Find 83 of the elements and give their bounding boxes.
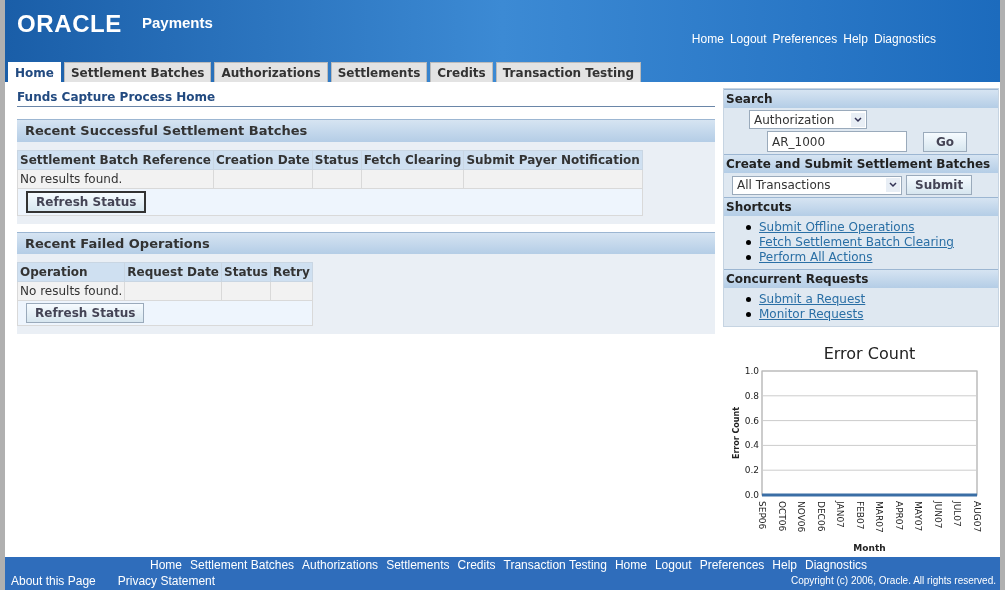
tab[interactable]: Transaction Testing (495, 62, 642, 82)
shortcut-link[interactable]: Perform All Actions (759, 250, 873, 265)
axis-title: Error Count (732, 406, 741, 460)
shortcut-link[interactable]: Monitor Requests (759, 307, 864, 322)
bullet-icon (746, 225, 751, 230)
refresh-status-button[interactable]: Refresh Status (26, 303, 145, 323)
transactions-select[interactable]: All Transactions (732, 175, 902, 195)
empty-message: No results found. (20, 171, 123, 186)
footer-link[interactable]: Logout (654, 557, 692, 573)
axis-tick-label: OCT06 (776, 501, 787, 532)
global-link[interactable]: Preferences (772, 30, 838, 48)
column-header: Request Date (124, 262, 222, 282)
axis-tick-label: 1.0 (744, 366, 759, 376)
global-link[interactable]: Home (691, 30, 724, 48)
axis-tick-label: JAN07 (835, 501, 846, 528)
shortcut-link[interactable]: Fetch Settlement Batch Clearing (759, 235, 954, 250)
axis-tick-label: 0.0 (744, 490, 759, 500)
search-type-select[interactable]: Authorization (749, 110, 867, 129)
column-header: Settlement Batch Reference (17, 150, 214, 169)
column-header: Submit Payer Notification (463, 150, 643, 169)
axis-tick-label: JUN07 (932, 501, 943, 529)
bullet-icon (746, 297, 751, 302)
axis-tick-label: FEB07 (854, 501, 865, 530)
shortcut-link[interactable]: Submit Offline Operations (759, 220, 915, 235)
column-header: Creation Date (213, 150, 313, 169)
axis-tick-label: APR07 (893, 501, 904, 531)
chart-title: Error Count (823, 344, 916, 363)
axis-tick-label: JUL07 (952, 501, 963, 527)
footer-link[interactable]: Home (614, 557, 647, 573)
column-header: Fetch Clearing (361, 150, 464, 169)
axis-tick-label: 0.6 (744, 415, 759, 426)
submit-button[interactable]: Submit (906, 175, 973, 195)
footer-link[interactable]: About this Page (11, 573, 96, 589)
axis-tick-label: DEC06 (815, 501, 826, 532)
footer-link[interactable]: Help (772, 557, 797, 573)
shortcut-link[interactable]: Submit a Request (759, 292, 866, 307)
page-title: Funds Capture Process Home (17, 88, 715, 107)
footer-link[interactable]: Authorizations (302, 557, 379, 573)
axis-tick-label: 0.4 (744, 440, 759, 451)
column-header: Operation (17, 262, 125, 282)
panel-header: Search (724, 89, 998, 108)
footer-link[interactable]: Preferences (699, 557, 765, 573)
column-header: Status (312, 150, 362, 169)
axis-tick-label: SEP06 (757, 501, 767, 530)
axis-title: Month (853, 543, 886, 553)
axis-tick-label: NOV06 (796, 501, 807, 533)
axis-tick-label: 0.8 (744, 390, 759, 401)
tab[interactable]: Credits (430, 62, 493, 82)
bullet-icon (746, 255, 751, 260)
logo: ORACLE (17, 12, 122, 36)
global-link[interactable]: Diagnostics (873, 30, 936, 48)
axis-tick-label: MAR07 (874, 501, 885, 533)
global-link[interactable]: Logout (729, 30, 767, 48)
footer-link[interactable]: Settlements (386, 557, 450, 573)
bullet-icon (746, 240, 751, 245)
footer-link[interactable]: Diagnostics (805, 557, 868, 573)
panel-header: Shortcuts (724, 197, 998, 216)
global-link[interactable]: Help (843, 30, 868, 48)
tab[interactable]: Authorizations (214, 62, 328, 82)
copyright: Copyright (c) 2006, Oracle. All rights reserved. (790, 574, 996, 588)
tab[interactable]: Settlement Batches (63, 62, 212, 82)
section-header: Recent Failed Operations (17, 231, 715, 254)
column-header: Status (221, 262, 271, 282)
empty-message: No results found. (20, 284, 123, 298)
axis-tick-label: MAY07 (913, 501, 924, 532)
column-header: Retry (270, 262, 313, 282)
footer-link[interactable]: Transaction Testing (503, 557, 607, 573)
footer-link[interactable]: Privacy Statement (117, 573, 216, 589)
axis-tick-label: AUG07 (972, 501, 982, 533)
section-header: Recent Successful Settlement Batches (17, 119, 715, 142)
refresh-status-button[interactable]: Refresh Status (26, 190, 147, 213)
axis-tick-label: 0.2 (744, 465, 759, 476)
footer-link[interactable]: Settlement Batches (190, 557, 295, 573)
go-button[interactable]: Go (923, 131, 968, 152)
panel-header: Concurrent Requests (724, 269, 998, 288)
footer-link[interactable]: Credits (457, 557, 496, 573)
tab[interactable]: Home (8, 62, 61, 82)
search-field[interactable]: AR_1000 (767, 131, 907, 152)
bullet-icon (746, 312, 751, 317)
panel-header: Create and Submit Settlement Batches (724, 154, 998, 173)
footer-link[interactable]: Home (150, 557, 182, 573)
tab[interactable]: Settlements (330, 62, 428, 82)
product-name: Payments (141, 13, 213, 33)
